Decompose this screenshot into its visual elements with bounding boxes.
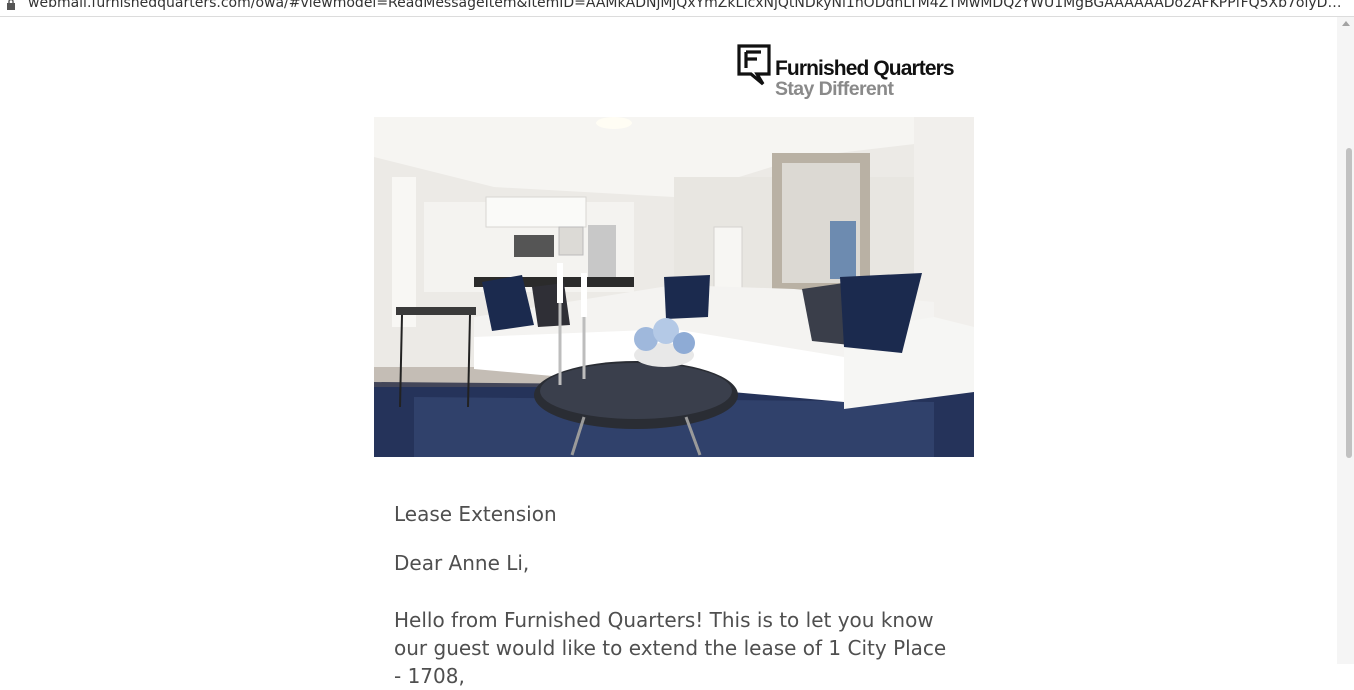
- living-room-illustration: [374, 117, 974, 457]
- fq-logo-mark-icon: [737, 44, 771, 86]
- email-body-paragraph: Hello from Furnished Quarters! This is t…: [394, 608, 947, 688]
- scroll-up-arrow-icon[interactable]: [1342, 21, 1350, 26]
- scrollbar-thumb[interactable]: [1346, 148, 1352, 458]
- address-bar[interactable]: webmail.furnishedquarters.com/owa/#viewm…: [0, 0, 1354, 17]
- furnished-quarters-logo: Furnished Quarters Stay Different: [737, 44, 962, 102]
- lock-icon: [7, 0, 15, 10]
- hero-image: [374, 117, 974, 457]
- url-text: webmail.furnishedquarters.com/owa/#viewm…: [28, 0, 1342, 11]
- logo-tagline: Stay Different: [775, 78, 894, 100]
- email-greeting: Dear Anne Li,: [394, 551, 530, 575]
- email-subject: Lease Extension: [394, 502, 557, 526]
